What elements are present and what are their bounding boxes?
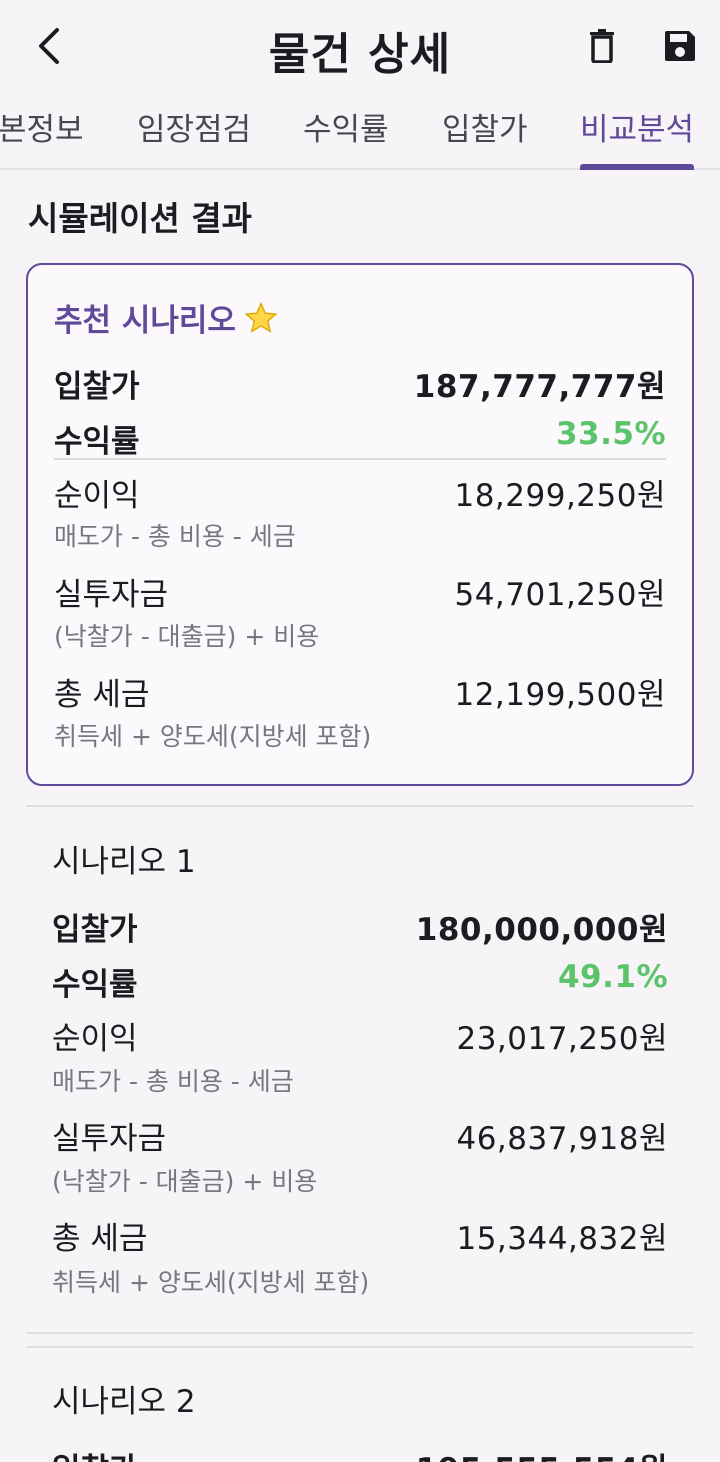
yield-label: 수익률 bbox=[54, 424, 140, 460]
scenario-name: 추천 시나리오 bbox=[54, 295, 278, 343]
bid-label: 입찰가 bbox=[52, 1444, 138, 1462]
yield-value: 49.1% bbox=[557, 959, 668, 995]
profit-value: 18,299,250원 bbox=[454, 478, 666, 514]
investment-note: (낙찰가 - 대출금) + 비용 bbox=[52, 1167, 318, 1196]
tax-label: 총 세금 bbox=[52, 1221, 148, 1257]
profit-note: 매도가 - 총 비용 - 세금 bbox=[52, 1067, 294, 1096]
section-divider bbox=[26, 1332, 694, 1334]
investment-row: 실투자금 46,837,918원 bbox=[52, 1113, 668, 1163]
investment-note: (낙찰가 - 대출금) + 비용 bbox=[54, 622, 320, 651]
profit-row: 순이익 23,017,250원 bbox=[52, 1013, 668, 1063]
investment-row: 실투자금 54,701,250원 bbox=[54, 569, 666, 619]
tab-comparison[interactable]: 비교분석 bbox=[580, 104, 694, 149]
tab-bar: 본정보 임장점검 수익률 입찰가 비교분석 bbox=[0, 94, 720, 170]
tab-bid-price[interactable]: 입찰가 bbox=[442, 104, 528, 149]
bid-row: 입찰가 187,777,777원 bbox=[54, 361, 666, 411]
profit-row: 순이익 18,299,250원 bbox=[54, 470, 666, 520]
recommended-scenario-card[interactable]: 추천 시나리오 입찰가 187,777,777원 수익률 33.5% 순이익 1… bbox=[26, 263, 694, 786]
star-icon bbox=[244, 301, 278, 343]
profit-value: 23,017,250원 bbox=[456, 1021, 668, 1057]
bid-label: 입찰가 bbox=[54, 369, 140, 405]
tax-row: 총 세금 15,344,832원 bbox=[52, 1213, 668, 1263]
profit-note: 매도가 - 총 비용 - 세금 bbox=[54, 522, 296, 551]
investment-value: 46,837,918원 bbox=[456, 1121, 668, 1157]
tax-note: 취득세 + 양도세(지방세 포함) bbox=[52, 1268, 370, 1297]
trash-icon[interactable] bbox=[582, 26, 622, 66]
bid-row: 입찰가 180,000,000원 bbox=[52, 904, 668, 954]
yield-row: 수익률 49.1% bbox=[52, 959, 668, 1009]
divider bbox=[54, 458, 666, 460]
section-divider bbox=[26, 1346, 694, 1348]
scenario-card-2[interactable]: 시나리오 2 입찰가 195,555,554원 bbox=[26, 1350, 694, 1462]
tax-note: 취득세 + 양도세(지방세 포함) bbox=[54, 722, 372, 751]
investment-label: 실투자금 bbox=[54, 577, 169, 613]
yield-value: 33.5% bbox=[555, 416, 666, 452]
profit-label: 순이익 bbox=[52, 1021, 138, 1057]
save-icon[interactable] bbox=[660, 26, 700, 66]
tax-value: 15,344,832원 bbox=[456, 1221, 668, 1257]
tab-basic-info[interactable]: 본정보 bbox=[0, 104, 84, 149]
bid-value: 187,777,777원 bbox=[413, 369, 666, 405]
yield-label: 수익률 bbox=[52, 967, 138, 1003]
scenario-card-1[interactable]: 시나리오 1 입찰가 180,000,000원 수익률 49.1% 순이익 23… bbox=[26, 808, 694, 1328]
bid-value: 195,555,554원 bbox=[416, 1444, 668, 1462]
investment-value: 54,701,250원 bbox=[454, 577, 666, 613]
tax-row: 총 세금 12,199,500원 bbox=[54, 669, 666, 719]
app-bar: 물건 상세 bbox=[0, 0, 720, 94]
section-title: 시뮬레이션 결과 bbox=[28, 199, 253, 238]
profit-label: 순이익 bbox=[54, 478, 140, 514]
active-tab-indicator bbox=[580, 164, 694, 170]
investment-label: 실투자금 bbox=[52, 1121, 167, 1157]
bid-label: 입찰가 bbox=[52, 912, 138, 948]
bid-row: 입찰가 195,555,554원 bbox=[52, 1444, 668, 1462]
bid-value: 180,000,000원 bbox=[415, 912, 668, 948]
scenario-name: 시나리오 1 bbox=[52, 844, 196, 880]
scenario-name: 시나리오 2 bbox=[52, 1384, 196, 1420]
tax-label: 총 세금 bbox=[54, 677, 150, 713]
tab-site-inspection[interactable]: 임장점검 bbox=[137, 104, 251, 149]
tax-value: 12,199,500원 bbox=[454, 677, 666, 713]
section-divider bbox=[26, 805, 694, 807]
tab-yield[interactable]: 수익률 bbox=[303, 104, 389, 149]
